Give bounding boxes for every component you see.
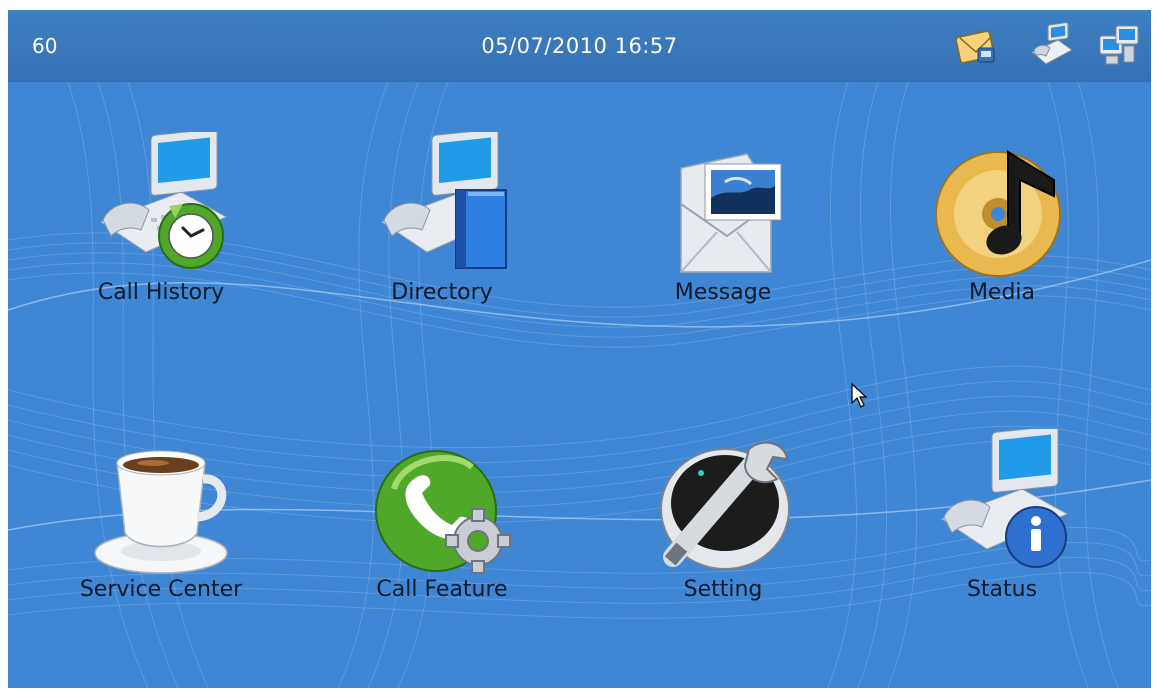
menu-setting[interactable]: Setting — [613, 429, 833, 669]
menu-call-history[interactable]: Call History — [51, 132, 271, 372]
phone-screen: 60 05/07/2010 16:57 Call History Directo… — [8, 10, 1151, 688]
menu-label: Media — [968, 280, 1036, 305]
menu-label: Call History — [97, 280, 225, 305]
message-envelope-icon[interactable] — [952, 22, 1000, 70]
call-feature-gear-icon — [375, 450, 511, 574]
menu-media[interactable]: Media — [892, 132, 1112, 372]
network-computers-icon[interactable] — [1096, 22, 1144, 70]
status-bar: 60 05/07/2010 16:57 — [8, 10, 1151, 82]
directory-book-icon — [380, 132, 509, 269]
menu-label: Message — [674, 280, 772, 305]
menu-label: Call Feature — [376, 577, 508, 602]
status-info-icon — [940, 429, 1069, 568]
media-disc-icon — [935, 150, 1061, 277]
menu-message[interactable]: Message — [613, 132, 833, 372]
main-menu-grid: Call History Directory Message Media Ser… — [8, 82, 1151, 688]
mouse-pointer-icon — [851, 383, 867, 408]
menu-directory[interactable]: Directory — [332, 132, 552, 372]
call-history-icon — [99, 132, 228, 269]
phone-device-icon[interactable] — [1028, 22, 1076, 70]
wrench-icon — [660, 441, 790, 570]
message-envelope-icon — [680, 153, 782, 273]
menu-label: Status — [966, 577, 1038, 602]
menu-status[interactable]: Status — [892, 429, 1112, 669]
menu-label: Setting — [683, 577, 763, 602]
coffee-cup-icon — [94, 450, 228, 574]
menu-service-center[interactable]: Service Center — [51, 429, 271, 669]
menu-label: Service Center — [79, 577, 243, 602]
menu-call-feature[interactable]: Call Feature — [332, 429, 552, 669]
menu-label: Directory — [391, 280, 493, 305]
